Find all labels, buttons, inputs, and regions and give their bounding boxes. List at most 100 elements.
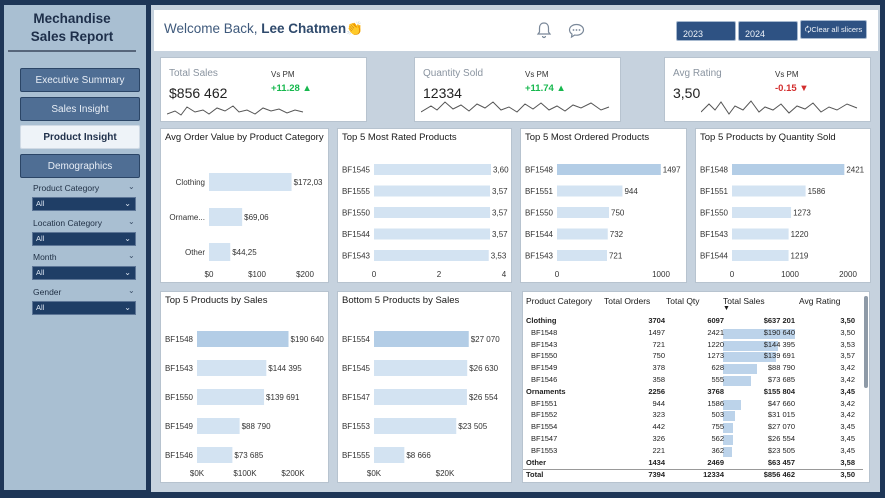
chevron-down-icon[interactable]: ⌄ [128, 286, 135, 295]
bar [374, 228, 491, 240]
cell-qty: 362 [711, 445, 724, 455]
data-label: 3,57 [492, 209, 508, 218]
data-label: $172,03 [294, 178, 323, 187]
chevron-down-icon: ⌄ [124, 234, 131, 243]
chevron-down-icon[interactable]: ⌄ [128, 217, 135, 226]
bar [374, 331, 469, 347]
table-row[interactable]: BF1550 750 1273 $139 691 3,57 [523, 351, 863, 363]
cell-orders: 944 [652, 398, 665, 408]
cell-category: Other [526, 457, 547, 467]
cell-qty: 1586 [707, 398, 724, 408]
table-row[interactable]: BF1552 323 503 $31 015 3,42 [523, 410, 863, 422]
cell-sales: $190 640 [763, 327, 795, 337]
nav-executive-summary[interactable]: Executive Summary [20, 68, 140, 92]
x-tick-label: 1000 [652, 270, 670, 279]
cell-rating: 3,42 [840, 363, 855, 373]
bar [374, 360, 468, 376]
cell-orders: 378 [652, 363, 665, 373]
table-row[interactable]: BF1553 221 362 $23 505 3,45 [523, 446, 863, 458]
data-label: 3,57 [492, 187, 508, 196]
chevron-down-icon[interactable]: ⌄ [128, 251, 135, 260]
table-row[interactable]: BF1543 721 1220 $144 395 3,53 [523, 340, 863, 352]
cell-qty: 503 [711, 410, 724, 420]
kpi-value: 3,50 [673, 85, 701, 101]
filter-gender[interactable]: All ⌄ [32, 301, 136, 315]
table-row[interactable]: BF1547 326 562 $26 554 3,45 [523, 434, 863, 446]
kpi-avg-rating: Avg Rating 3,50 Vs PM -0.15 ▼ [664, 57, 871, 122]
bar [209, 208, 243, 226]
filter-value: All [36, 303, 45, 312]
kpi-title: Total Sales [169, 68, 218, 79]
table-group-row[interactable]: Ornaments 2256 3768 $155 804 3,45 [523, 387, 863, 399]
cell-category: BF1551 [531, 398, 558, 408]
x-tick-label: 0 [372, 270, 377, 279]
data-label: 1273 [793, 209, 811, 218]
table-scrollbar[interactable] [864, 296, 868, 388]
table-row[interactable]: BF1554 442 755 $27 070 3,45 [523, 422, 863, 434]
year-2023-button[interactable]: 2023 [676, 21, 736, 41]
column-header-orders[interactable]: Total Orders [604, 296, 650, 306]
kpi-delta: +11.74 ▲ [525, 83, 566, 94]
chart-aov-by-category: Clothing $172,03 Ornamе... $69,06 Other $44,2… [169, 173, 323, 279]
cell-orders: 221 [652, 445, 665, 455]
table-group-row[interactable]: Total 7394 12334 $856 462 3,50 [523, 469, 863, 481]
nav-sales-insight[interactable]: Sales Insight [20, 97, 140, 121]
bar [197, 331, 289, 347]
filter-location-category[interactable]: All ⌄ [32, 232, 136, 246]
table-row[interactable]: BF1546 358 555 $73 685 3,42 [523, 375, 863, 387]
cell-rating: 3,42 [840, 410, 855, 420]
panel-aov-by-category: Avg Order Value by Product Category Clot… [160, 128, 329, 283]
filter-label-location-category: Location Category [33, 218, 102, 228]
chart-most-rated: BF1545 3,60 BF1555 3,57 BF1550 3,57 BF1544 3,57… [342, 164, 509, 279]
cell-rating: 3,53 [840, 339, 855, 349]
cell-orders: 3704 [648, 316, 665, 325]
cell-sales: $63 457 [767, 457, 795, 467]
column-header-qty[interactable]: Total Qty [666, 296, 700, 306]
cell-category: BF1547 [531, 434, 558, 443]
cell-qty: 2469 [707, 457, 724, 467]
cell-orders: 721 [652, 339, 665, 349]
x-tick-label: 2000 [839, 270, 857, 279]
filter-product-category[interactable]: All ⌄ [32, 197, 136, 211]
data-label: 732 [610, 230, 624, 239]
cell-category: BF1546 [531, 375, 558, 384]
cell-orders: 1497 [648, 327, 665, 337]
nav-demographics[interactable]: Demographics [20, 154, 140, 178]
nav-product-insight[interactable]: Product Insight [20, 125, 140, 149]
x-tick-label: 1000 [781, 270, 799, 279]
chevron-down-icon[interactable]: ⌄ [128, 182, 135, 191]
data-label: $8 666 [406, 451, 431, 460]
bar [374, 447, 405, 463]
bell-icon[interactable] [536, 21, 552, 44]
filter-month[interactable]: All ⌄ [32, 266, 136, 280]
year-2024-button[interactable]: 2024 [738, 21, 798, 41]
column-header-category[interactable]: Product Category [526, 296, 592, 306]
cell-rating: 3,50 [840, 327, 855, 337]
table-group-row[interactable]: Other 1434 2469 $63 457 3,58 [523, 458, 863, 470]
cell-rating: 3,57 [840, 351, 855, 361]
panel-most-rated: Top 5 Most Rated Products BF1545 3,60 BF15… [337, 128, 512, 283]
data-label: $23 505 [458, 422, 487, 431]
chat-icon[interactable] [568, 23, 585, 44]
category-label: BF1543 [342, 252, 371, 261]
data-label: $44,25 [232, 248, 257, 257]
table-row[interactable]: BF1549 378 628 $88 790 3,42 [523, 363, 863, 375]
chart-top-sales: BF1548 $190 640 BF1543 $144 395 BF1550 $139 6… [165, 331, 324, 478]
cell-sales: $88 790 [767, 363, 795, 373]
panel-bottom-sales: Bottom 5 Products by Sales BF1554 $27 070… [337, 291, 512, 483]
table-group-row[interactable]: Clothing 3704 6097 $637 201 3,50 [523, 316, 863, 328]
data-label: $69,06 [244, 213, 269, 222]
cell-qty: 1220 [707, 339, 724, 349]
table-row[interactable]: BF1548 1497 2421 $190 640 3,50 [523, 328, 863, 340]
category-label: BF1548 [700, 166, 729, 175]
column-header-rating[interactable]: Avg Rating [799, 296, 840, 306]
clear-slicers-button[interactable]: 🗘Clear all slicers [800, 20, 867, 39]
cell-sales: $47 660 [767, 398, 795, 408]
filter-label-gender: Gender [33, 287, 62, 297]
cell-qty: 1273 [707, 351, 724, 361]
data-label: $139 691 [266, 393, 300, 402]
x-tick-label: 2 [437, 270, 442, 279]
logo-line-1: Mechandise [33, 11, 111, 26]
table-row[interactable]: BF1551 944 1586 $47 660 3,42 [523, 399, 863, 411]
logo-line-2: Sales Report [30, 29, 114, 44]
